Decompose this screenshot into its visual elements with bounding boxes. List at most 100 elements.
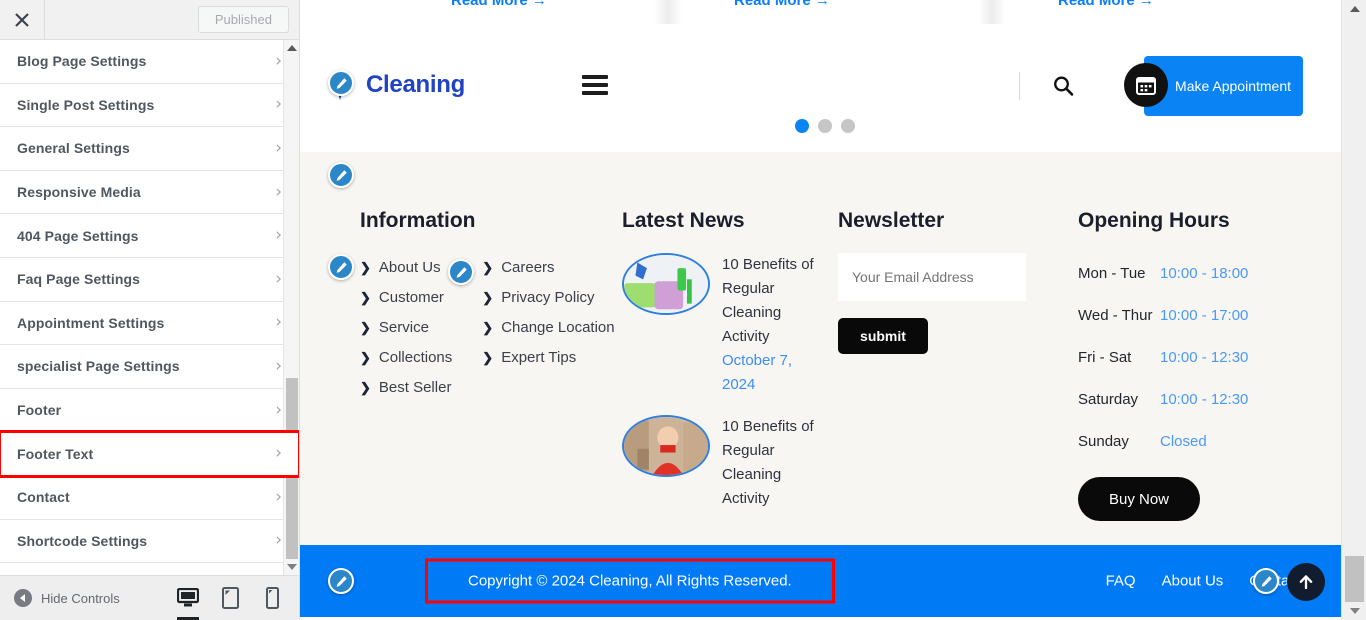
sidebar-item-label: Blog Page Settings	[17, 53, 147, 70]
newsletter-email-input[interactable]	[838, 253, 1026, 301]
chevron-right-icon: ❯	[360, 320, 371, 335]
link-label: About Us	[378, 259, 441, 276]
edit-footer-text-pencil-icon[interactable]	[328, 568, 354, 594]
sidebar-item-404-page-settings[interactable]: 404 Page Settings ›	[0, 214, 299, 258]
header-divider	[1019, 72, 1020, 100]
search-button[interactable]	[1052, 75, 1074, 102]
sidebar-item-contact[interactable]: Contact ›	[0, 475, 299, 520]
read-more-link[interactable]: Read More →	[1058, 0, 1154, 9]
scroll-to-top-button[interactable]	[1287, 563, 1325, 601]
sidebar-item-responsive-media[interactable]: Responsive Media ›	[0, 170, 299, 215]
arrow-up-icon	[1299, 575, 1313, 590]
list-item[interactable]: ❯ About Us	[360, 253, 452, 283]
opening-hours-day: Wed - Thur	[1078, 307, 1153, 324]
opening-hours-day: Saturday	[1078, 391, 1139, 408]
preview-scrollbar[interactable]	[1341, 0, 1366, 620]
footer-column-title: Information	[360, 209, 476, 232]
list-item[interactable]: ❯ Change Location	[482, 313, 614, 343]
read-more-link[interactable]: Read More →	[734, 0, 830, 9]
list-item[interactable]: ❯ Expert Tips	[482, 343, 614, 373]
buy-now-button[interactable]: Buy Now	[1078, 477, 1200, 521]
sidebar-item-shortcode-settings[interactable]: Shortcode Settings ›	[0, 519, 299, 564]
sidebar-item-footer-text[interactable]: Footer Text ›	[0, 430, 299, 478]
edit-information-pencil-icon[interactable]	[328, 254, 354, 280]
hamburger-bar	[582, 91, 608, 95]
sidebar-item-label: 404 Page Settings	[17, 227, 139, 244]
news-title: 10 Benefits of Regular Cleaning Activity	[722, 418, 814, 507]
chevron-right-icon: ❯	[482, 260, 494, 275]
chevron-right-icon: ›	[275, 312, 282, 333]
edit-logo-pencil-icon[interactable]	[328, 70, 354, 96]
list-item[interactable]: ❯ Service	[360, 313, 452, 343]
chevron-right-icon: ❯	[360, 260, 371, 275]
preview-scroll-down-arrow-icon[interactable]	[1342, 602, 1366, 620]
list-item[interactable]: ❯ Best Seller	[360, 373, 452, 403]
newsletter-submit-button[interactable]: submit	[838, 318, 928, 354]
opening-hours-row: Fri - Sat 10:00 - 12:30	[1078, 337, 1328, 379]
preview-scroll-up-arrow-icon[interactable]	[1342, 0, 1366, 18]
edit-footer-widgets-pencil-icon[interactable]	[328, 162, 354, 188]
sidebar-item-label: Appointment Settings	[17, 314, 165, 331]
edit-footer-links-pencil-icon[interactable]	[1253, 568, 1279, 594]
sidebar-item-label: specialist Page Settings	[17, 358, 180, 375]
list-item[interactable]: ❯ Careers	[482, 253, 614, 283]
calendar-icon	[1136, 77, 1156, 95]
sidebar-item-faq-page-settings[interactable]: Faq Page Settings ›	[0, 257, 299, 302]
opening-hours-time: Closed	[1160, 433, 1207, 450]
search-icon	[1054, 76, 1074, 96]
list-item[interactable]: 10 Benefits of Regular Cleaning Activity	[622, 415, 822, 511]
list-item[interactable]: ❯ Customer	[360, 283, 452, 313]
device-desktop-button[interactable]	[175, 582, 201, 620]
footer-link-faq[interactable]: FAQ	[1106, 573, 1136, 590]
carousel-dot[interactable]	[818, 119, 832, 133]
news-text: 10 Benefits of Regular Cleaning Activity…	[722, 253, 822, 397]
sidebar-item-label: Responsive Media	[17, 184, 141, 201]
list-item[interactable]: ❯ Privacy Policy	[482, 283, 614, 313]
chevron-right-icon: ›	[275, 50, 282, 71]
chevron-right-icon: ›	[275, 486, 282, 507]
hamburger-icon[interactable]	[582, 75, 608, 95]
desktop-icon	[177, 588, 199, 607]
link-label: Careers	[501, 259, 555, 276]
header-spacer	[45, 0, 198, 39]
carousel-dot-active[interactable]	[795, 119, 809, 133]
appointment-calendar-button[interactable]	[1124, 63, 1168, 107]
sidebar-item-single-post-settings[interactable]: Single Post Settings ›	[0, 83, 299, 128]
footer-column-title: Opening Hours	[1078, 209, 1230, 232]
edit-information-links-pencil-icon[interactable]	[448, 259, 474, 285]
link-label: Collections	[378, 349, 453, 366]
scroll-up-arrow-icon[interactable]	[284, 40, 299, 56]
device-mobile-button[interactable]	[259, 582, 285, 614]
footer-link-about-us[interactable]: About Us	[1162, 573, 1224, 590]
chevron-right-icon: ❯	[482, 350, 494, 365]
sidebar-item-footer[interactable]: Footer ›	[0, 388, 299, 433]
hide-controls-label: Hide Controls	[41, 590, 120, 606]
chevron-right-icon: ›	[275, 137, 282, 158]
published-button[interactable]: Published	[197, 6, 289, 33]
footer-column-newsletter: Newsletter submit	[838, 209, 1048, 354]
news-thumbnail	[622, 415, 710, 477]
chevron-right-icon: ›	[275, 225, 282, 246]
cleaning-supplies-image	[624, 255, 708, 313]
device-tablet-button[interactable]	[217, 582, 243, 614]
sidebar-item-appointment-settings[interactable]: Appointment Settings ›	[0, 301, 299, 346]
sidebar-item-specialist-page-settings[interactable]: specialist Page Settings ›	[0, 345, 299, 389]
list-item[interactable]: ❯ Collections	[360, 343, 452, 373]
close-customizer-button[interactable]	[0, 0, 45, 39]
customizer-header: Published	[0, 0, 299, 40]
link-label: Expert Tips	[501, 349, 577, 366]
customizer-panel: Published Blog Page Settings › Single Po…	[0, 0, 300, 620]
customizer-scrollbar[interactable]	[283, 40, 299, 575]
sidebar-item-general-settings[interactable]: General Settings ›	[0, 127, 299, 171]
chevron-right-icon: ❯	[482, 320, 494, 335]
carousel-dot[interactable]	[841, 119, 855, 133]
scroll-down-arrow-icon[interactable]	[284, 559, 299, 575]
read-more-link[interactable]: Read More →	[451, 0, 547, 9]
pencil-icon	[336, 169, 347, 181]
preview-scrollbar-thumb[interactable]	[1345, 556, 1364, 602]
footer-column-latest-news: Latest News 10 Benefits of Regular Clean…	[622, 209, 822, 529]
device-preview-switcher	[175, 582, 285, 620]
sidebar-item-blog-page-settings[interactable]: Blog Page Settings ›	[0, 40, 299, 84]
hide-controls-button[interactable]: Hide Controls	[14, 589, 120, 607]
list-item[interactable]: 10 Benefits of Regular Cleaning Activity…	[622, 253, 822, 397]
